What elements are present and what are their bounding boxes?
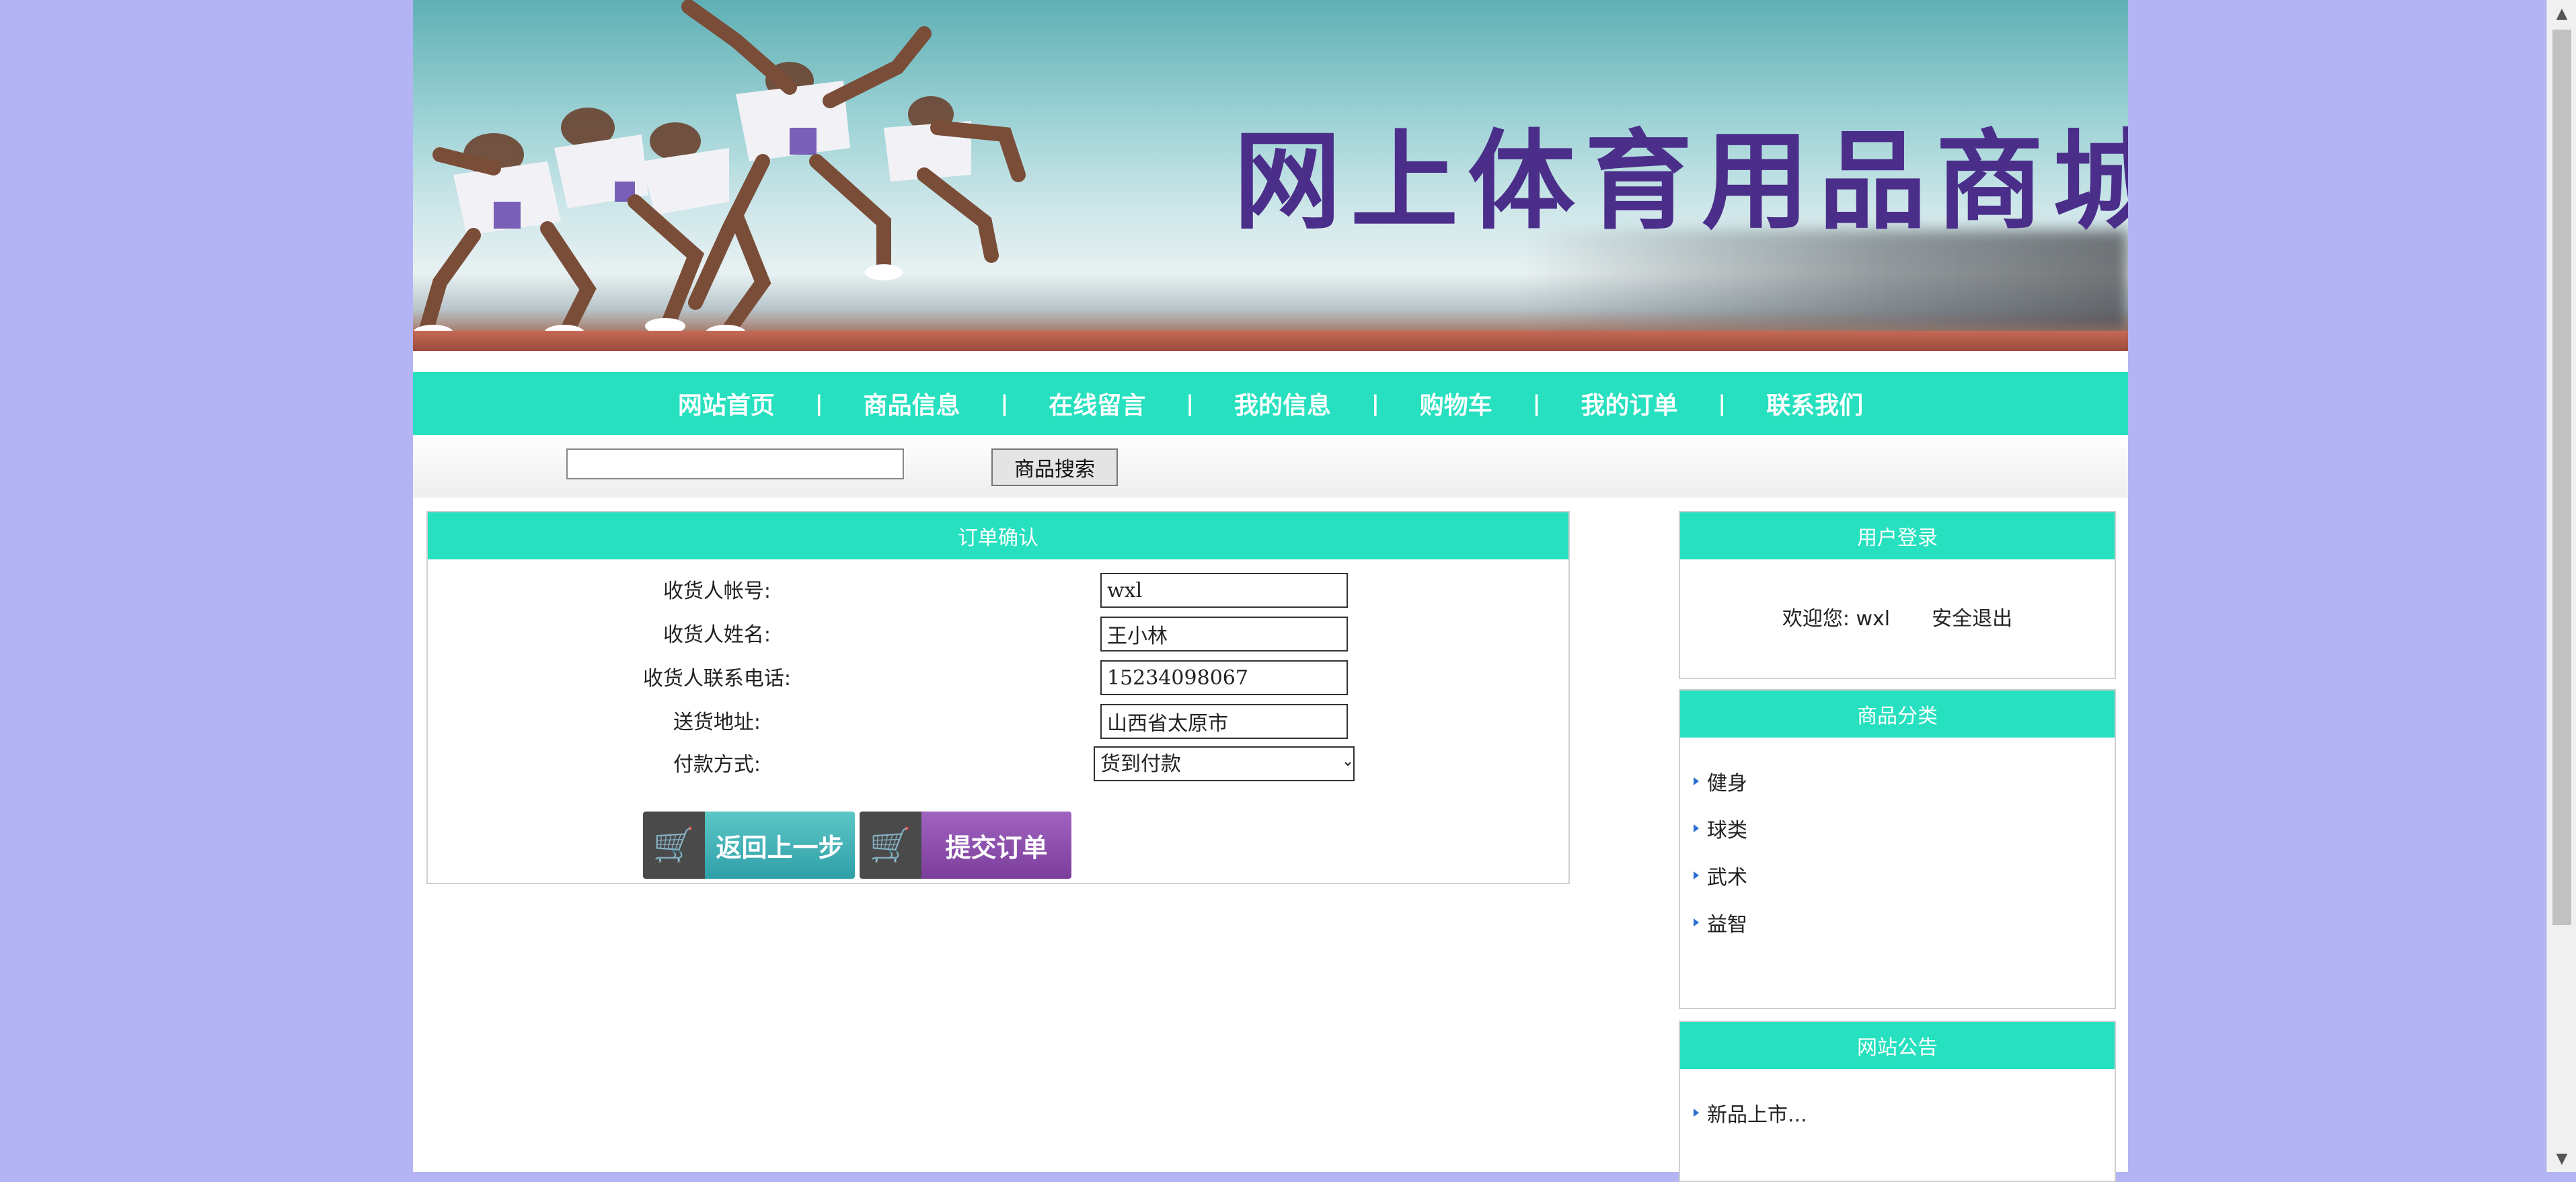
form-row-name: 收货人姓名:: [428, 617, 1568, 654]
nav-separator: |: [1186, 391, 1194, 416]
category-label: 球类: [1707, 819, 1747, 842]
phone-label: 收货人联系电话:: [642, 667, 792, 691]
scroll-up-icon[interactable]: ▲: [2547, 0, 2576, 27]
name-label: 收货人姓名:: [662, 623, 771, 647]
nav-separator: |: [1371, 391, 1379, 416]
account-field[interactable]: [1100, 573, 1348, 608]
site-title: 网上体育用品商城: [1234, 118, 2128, 244]
login-panel-title: 用户登录: [1680, 512, 2115, 559]
order-panel-title: 订单确认: [428, 512, 1568, 559]
search-button[interactable]: 商品搜索: [991, 448, 1118, 486]
notice-item[interactable]: 新品上市...: [1692, 1089, 1807, 1136]
bullet-arrow-icon: [1692, 824, 1702, 833]
category-item[interactable]: 健身: [1692, 758, 1747, 805]
payment-label: 付款方式:: [673, 753, 761, 777]
nav-separator: |: [815, 391, 823, 416]
nav-home[interactable]: 网站首页: [638, 386, 815, 421]
nav-contact[interactable]: 联系我们: [1726, 386, 1903, 421]
cart-icon: 🛒: [860, 812, 921, 879]
search-bar: 商品搜索: [413, 435, 2128, 498]
name-field[interactable]: [1100, 617, 1348, 652]
logout-link[interactable]: 安全退出: [1932, 602, 2012, 631]
login-body: 欢迎您: wxl 安全退出: [1680, 559, 2115, 674]
cart-icon: 🛒: [643, 812, 705, 879]
bullet-arrow-icon: [1692, 871, 1702, 880]
nav-my-info[interactable]: 我的信息: [1194, 386, 1371, 421]
category-item[interactable]: 益智: [1692, 899, 1747, 946]
form-row-address: 送货地址:: [428, 704, 1568, 742]
main-nav: 网站首页 | 商品信息 | 在线留言 | 我的信息 | 购物车 | 我的订单 |…: [413, 372, 2128, 435]
submit-button-label: 提交订单: [921, 812, 1071, 879]
nav-messages[interactable]: 在线留言: [1008, 386, 1186, 421]
notice-panel: 网站公告 新品上市...: [1679, 1021, 2116, 1182]
form-row-payment: 付款方式: 货到付款: [428, 746, 1568, 784]
nav-separator: |: [1000, 391, 1009, 416]
banner: 网上体育用品商城: [413, 0, 2128, 351]
category-panel: 商品分类 健身 球类 武术 益智: [1679, 689, 2116, 1009]
phone-field[interactable]: [1100, 660, 1348, 695]
submit-order-button[interactable]: 🛒 提交订单: [860, 812, 1071, 879]
bullet-arrow-icon: [1692, 1108, 1702, 1117]
category-list: 健身 球类 武术 益智: [1692, 758, 1747, 946]
payment-select[interactable]: 货到付款: [1094, 746, 1355, 781]
form-row-phone: 收货人联系电话:: [428, 660, 1568, 698]
notice-label: 新品上市...: [1707, 1103, 1807, 1127]
bullet-arrow-icon: [1692, 777, 1702, 786]
runners-image: [413, 0, 1026, 341]
category-item[interactable]: 武术: [1692, 852, 1747, 899]
vertical-scrollbar[interactable]: ▲ ▼: [2546, 0, 2576, 1172]
category-panel-title: 商品分类: [1680, 691, 2115, 738]
welcome-text: 欢迎您: wxl: [1782, 607, 1891, 631]
address-label: 送货地址:: [673, 711, 761, 734]
category-item[interactable]: 球类: [1692, 805, 1747, 852]
notice-list: 新品上市...: [1692, 1089, 1807, 1136]
order-confirm-panel: 订单确认 收货人帐号: 收货人姓名: 收货人联系电话: 送货地址: 付款方式:: [426, 511, 1570, 884]
form-row-account: 收货人帐号:: [428, 573, 1568, 610]
back-button[interactable]: 🛒 返回上一步: [643, 812, 855, 879]
category-label: 健身: [1707, 772, 1747, 795]
nav-separator: |: [1532, 391, 1541, 416]
nav-separator: |: [1718, 391, 1727, 416]
back-button-label: 返回上一步: [705, 812, 855, 879]
account-label: 收货人帐号:: [662, 580, 771, 603]
scroll-down-icon[interactable]: ▼: [2547, 1145, 2576, 1172]
notice-panel-title: 网站公告: [1680, 1022, 2115, 1069]
user-login-panel: 用户登录 欢迎您: wxl 安全退出: [1679, 511, 2116, 679]
address-field[interactable]: [1100, 704, 1348, 739]
search-input[interactable]: [566, 448, 904, 479]
category-label: 益智: [1707, 913, 1747, 937]
scroll-thumb[interactable]: [2552, 30, 2571, 925]
nav-products[interactable]: 商品信息: [823, 386, 1001, 421]
category-label: 武术: [1707, 866, 1747, 890]
nav-cart[interactable]: 购物车: [1379, 386, 1533, 421]
bullet-arrow-icon: [1692, 918, 1702, 927]
page-container: 网上体育用品商城 网站首页 | 商品信息 | 在线留言 | 我的信息 | 购物车…: [413, 0, 2128, 1182]
nav-my-orders[interactable]: 我的订单: [1540, 386, 1718, 421]
